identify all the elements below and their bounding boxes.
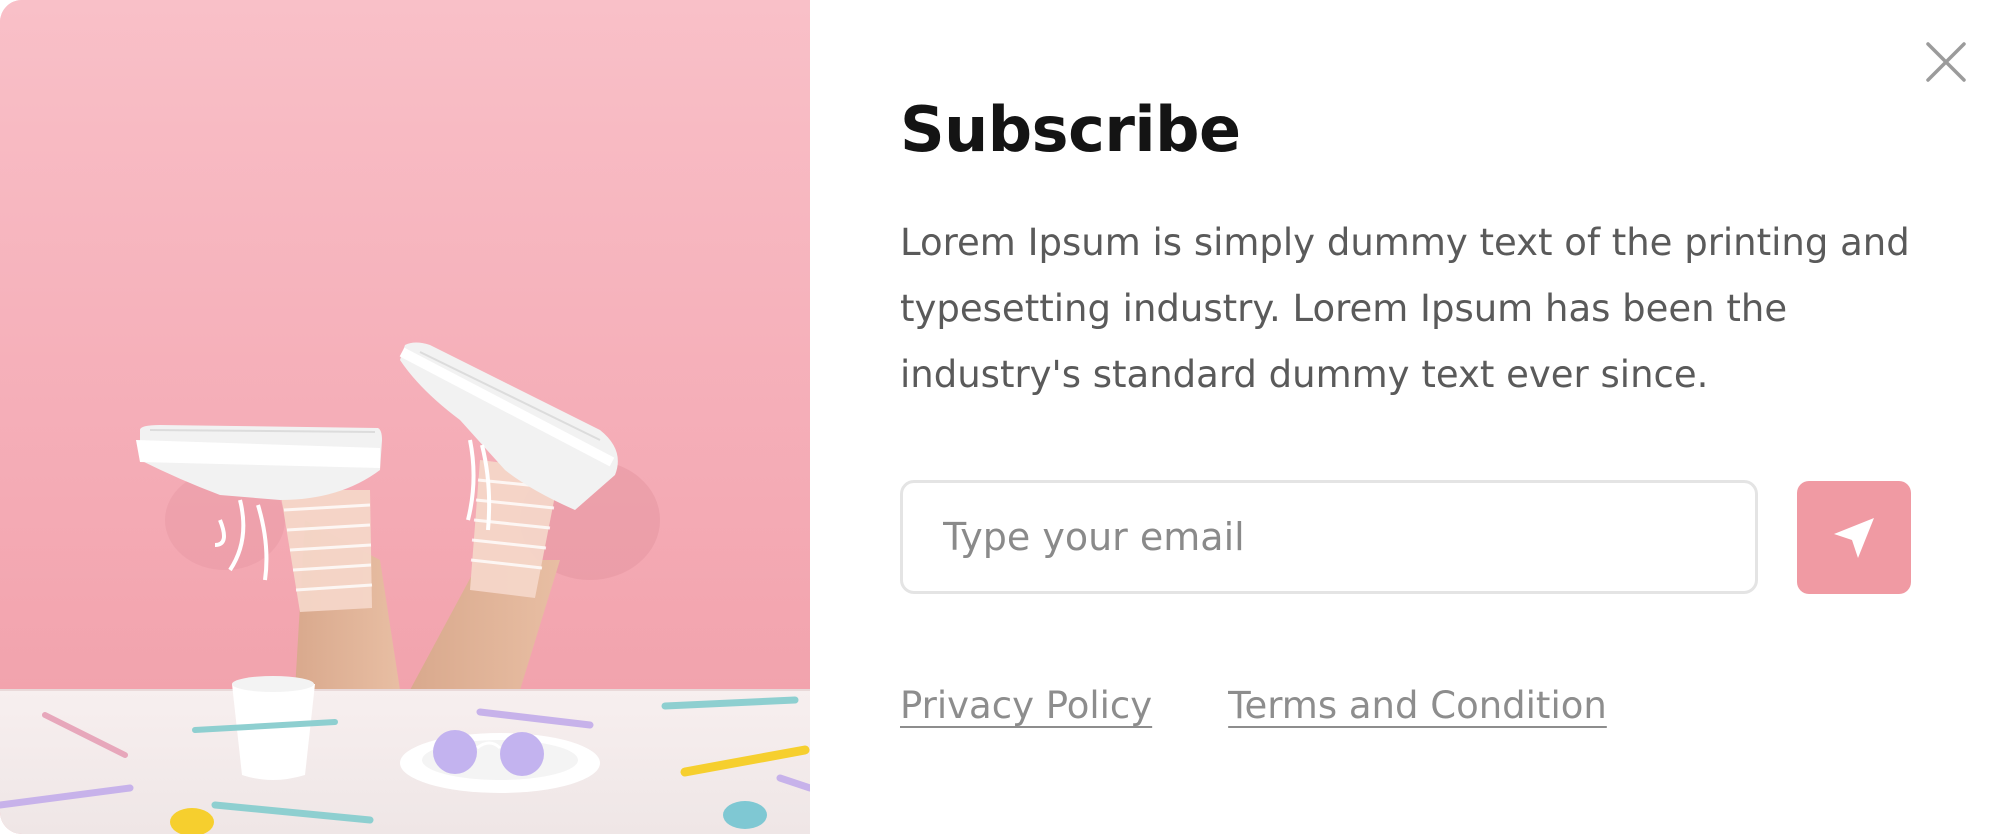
hero-image bbox=[0, 0, 810, 834]
terms-link[interactable]: Terms and Condition bbox=[1228, 678, 1607, 734]
privacy-policy-link[interactable]: Privacy Policy bbox=[900, 678, 1152, 734]
modal-description: Lorem Ipsum is simply dummy text of the … bbox=[900, 221, 1910, 396]
send-arrow-icon bbox=[1834, 517, 1874, 558]
subscribe-submit-button[interactable] bbox=[1797, 481, 1911, 594]
subscribe-modal: Subscribe Lorem Ipsum is simply dummy te… bbox=[0, 0, 2010, 834]
email-input[interactable] bbox=[900, 480, 1758, 594]
close-button[interactable] bbox=[1922, 38, 1970, 86]
footer-links: Privacy Policy Terms and Condition bbox=[900, 678, 1607, 734]
close-icon bbox=[1926, 42, 1966, 82]
modal-title: Subscribe bbox=[900, 93, 1241, 166]
sneakers-photo bbox=[0, 0, 810, 834]
